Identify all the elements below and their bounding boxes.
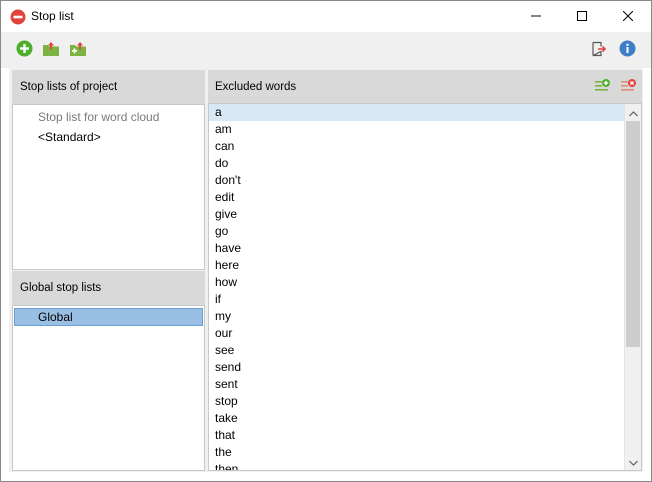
project-lists-header: Stop lists of project: [12, 70, 205, 104]
list-add-icon: [594, 78, 610, 97]
title-bar: Stop list: [1, 1, 651, 32]
list-item[interactable]: the: [215, 444, 232, 461]
vertical-scrollbar[interactable]: [624, 104, 641, 470]
add-stop-list-button[interactable]: [15, 40, 33, 60]
list-item[interactable]: go: [215, 223, 228, 240]
list-remove-icon: [620, 78, 636, 97]
global-lists-header: Global stop lists: [12, 271, 205, 305]
folder-add-icon: [69, 41, 87, 60]
close-button[interactable]: [605, 1, 651, 32]
minimize-button[interactable]: [513, 1, 559, 32]
list-item[interactable]: that: [215, 427, 235, 444]
toolbar: [1, 32, 651, 68]
global-stop-lists: Global: [12, 305, 205, 471]
list-item-global[interactable]: Global: [38, 310, 73, 324]
list-item[interactable]: don't: [215, 172, 241, 189]
excluded-words-panel: Excluded words a am can do don't edit gi…: [207, 68, 643, 472]
selected-word-highlight: [209, 104, 625, 121]
exit-icon: [591, 41, 607, 60]
list-item[interactable]: my: [215, 308, 231, 325]
list-item[interactable]: have: [215, 240, 241, 257]
list-item[interactable]: can: [215, 138, 234, 155]
list-item[interactable]: am: [215, 121, 232, 138]
list-item[interactable]: sent: [215, 376, 238, 393]
list-item[interactable]: see: [215, 342, 234, 359]
list-item[interactable]: take: [215, 410, 238, 427]
excluded-words-title: Excluded words: [215, 81, 297, 93]
list-item[interactable]: edit: [215, 189, 234, 206]
maximize-icon: [577, 10, 587, 24]
list-item[interactable]: stop: [215, 393, 238, 410]
folder-upload-icon: [42, 41, 60, 60]
list-item[interactable]: how: [215, 274, 237, 291]
import-stop-list-button[interactable]: [42, 41, 60, 59]
list-item-word-cloud[interactable]: Stop list for word cloud: [38, 110, 159, 124]
add-word-button[interactable]: [593, 78, 611, 96]
info-icon: [619, 40, 636, 60]
scroll-up-button[interactable]: [625, 104, 641, 121]
list-item[interactable]: here: [215, 257, 239, 274]
scroll-down-button[interactable]: [625, 453, 641, 470]
project-stop-lists: Stop list for word cloud <Standard>: [12, 104, 205, 270]
chevron-down-icon: [629, 455, 638, 469]
excluded-words-list[interactable]: a am can do don't edit give go have here…: [208, 103, 642, 471]
list-item[interactable]: a: [215, 104, 222, 121]
window-title: Stop list: [31, 9, 74, 23]
list-item[interactable]: send: [215, 359, 241, 376]
list-item[interactable]: then: [215, 461, 238, 470]
list-item[interactable]: do: [215, 155, 228, 172]
list-item-standard[interactable]: <Standard>: [38, 130, 101, 144]
close-icon: [622, 10, 634, 24]
list-item[interactable]: our: [215, 325, 232, 342]
stop-lists-panel: Stop lists of project Stop list for word…: [9, 68, 207, 472]
no-entry-icon: [10, 9, 26, 25]
remove-word-button[interactable]: [619, 78, 637, 96]
excluded-words-header: Excluded words: [208, 70, 642, 104]
minimize-icon: [531, 10, 541, 24]
plus-circle-icon: [16, 40, 33, 60]
chevron-up-icon: [629, 106, 638, 120]
info-button[interactable]: [618, 40, 636, 60]
maximize-button[interactable]: [559, 1, 605, 32]
list-item[interactable]: give: [215, 206, 237, 223]
list-item[interactable]: if: [215, 291, 221, 308]
exit-button[interactable]: [590, 41, 608, 59]
stop-list-window: Stop list Stop lists of project Stop lis…: [0, 0, 652, 482]
export-stop-list-button[interactable]: [69, 41, 87, 59]
scroll-thumb[interactable]: [626, 121, 640, 347]
